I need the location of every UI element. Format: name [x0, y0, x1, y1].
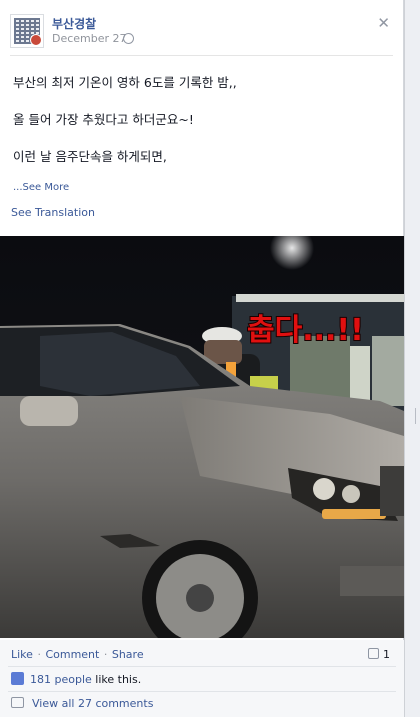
post-text-line: 부산의 최저 기온이 영하 6도를 기록한 밤,,	[13, 75, 237, 90]
post-text-line: 이런 날 음주단속을 하게되면,	[13, 149, 167, 164]
header-divider	[10, 55, 393, 56]
close-icon[interactable]: ✕	[377, 14, 390, 32]
like-button[interactable]: Like	[11, 648, 33, 661]
likes-divider	[8, 691, 396, 692]
page-name-link[interactable]: 부산경찰	[52, 15, 96, 32]
actions-divider	[8, 666, 396, 667]
likes-summary: 181 people like this.	[11, 672, 141, 686]
post-photo[interactable]: 춥다...!!	[0, 236, 404, 638]
share-button[interactable]: Share	[112, 648, 144, 661]
post-text-line: 올 들어 가장 추웠다고 하더군요~!	[13, 112, 194, 127]
scroll-handle[interactable]	[415, 408, 420, 424]
comment-count-value: 1	[383, 648, 390, 661]
post-header: 부산경찰 December 27 ✕	[10, 12, 394, 52]
post-date[interactable]: December 27	[52, 32, 127, 45]
photo-caption: 춥다...!!	[247, 313, 364, 348]
action-links: Like · Comment · Share	[11, 648, 144, 661]
globe-icon	[123, 33, 134, 44]
post-card: 부산경찰 December 27 ✕ 부산의 최저 기온이 영하 6도를 기록한…	[0, 0, 404, 717]
likes-suffix: like this.	[91, 673, 142, 686]
post-actions: Like · Comment · Share 1 181 people like…	[0, 640, 404, 717]
thumbs-up-icon	[11, 672, 24, 685]
comment-button[interactable]: Comment	[45, 648, 99, 661]
side-panel-edge	[404, 0, 420, 717]
separator-dot: ·	[103, 648, 108, 661]
view-comments-row[interactable]: View all 27 comments	[11, 697, 153, 710]
likes-count-link[interactable]: 181 people	[30, 673, 92, 686]
see-translation-link[interactable]: See Translation	[11, 206, 95, 219]
comment-bubble-icon	[368, 648, 379, 659]
comment-count[interactable]: 1	[368, 648, 390, 661]
view-all-comments-link[interactable]: View all 27 comments	[32, 697, 153, 710]
separator-dot: ·	[37, 648, 41, 661]
avatar-badge-icon	[30, 34, 42, 46]
page-avatar[interactable]	[10, 14, 44, 48]
see-more-link[interactable]: ...See More	[13, 182, 69, 193]
comments-icon	[11, 697, 24, 708]
